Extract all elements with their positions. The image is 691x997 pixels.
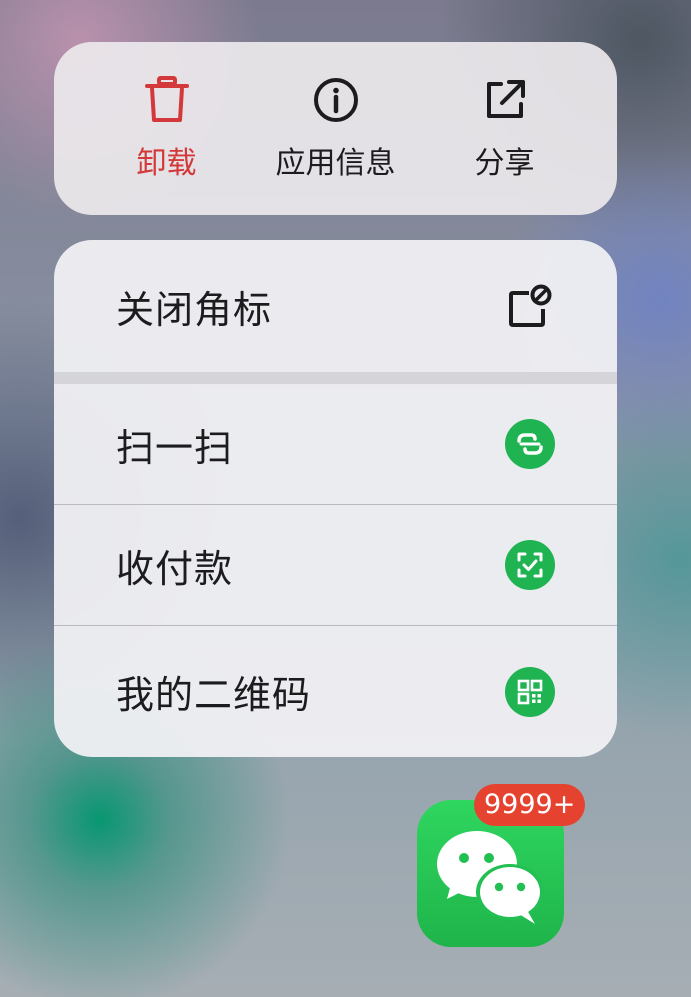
context-menu: 关闭角标 扫一扫 收付款 我的二维码	[54, 240, 617, 757]
menu-item-label: 关闭角标	[116, 287, 273, 332]
menu-item-label: 我的二维码	[116, 673, 312, 717]
menu-item-label: 扫一扫	[116, 425, 234, 470]
app-info-label: 应用信息	[275, 146, 396, 181]
share-button[interactable]: 分享	[420, 42, 589, 215]
menu-item-label: 收付款	[116, 546, 234, 591]
qr-code-icon	[505, 666, 555, 717]
menu-group-separator	[54, 372, 617, 384]
share-icon	[481, 76, 529, 124]
wechat-icon	[417, 831, 564, 951]
hide-badge-icon	[505, 281, 555, 331]
menu-item-hide-badge[interactable]: 关闭角标	[54, 240, 617, 372]
uninstall-button[interactable]: 卸载	[82, 42, 251, 215]
uninstall-label: 卸载	[136, 146, 197, 181]
quick-actions-card: 卸载 应用信息 分享	[54, 42, 617, 215]
payment-icon	[505, 540, 555, 590]
trash-icon	[143, 76, 191, 124]
menu-item-payment[interactable]: 收付款	[54, 505, 617, 625]
app-info-button[interactable]: 应用信息	[251, 42, 420, 215]
info-icon	[312, 76, 360, 124]
menu-item-scan[interactable]: 扫一扫	[54, 384, 617, 504]
scan-icon	[505, 419, 555, 469]
menu-item-qr-code[interactable]: 我的二维码	[54, 626, 617, 757]
share-label: 分享	[474, 146, 535, 181]
notification-badge: 9999+	[474, 784, 586, 826]
